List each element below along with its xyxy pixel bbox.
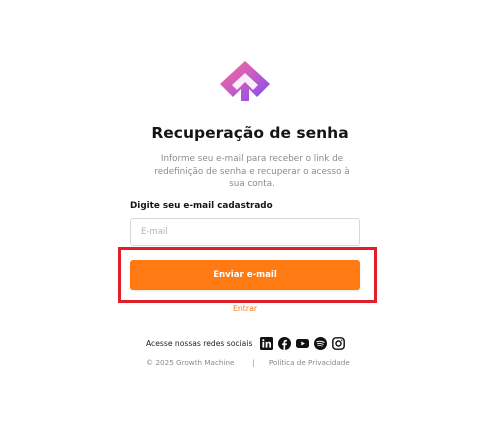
privacy-policy-link[interactable]: Política de Privacidade <box>269 358 350 367</box>
spotify-icon[interactable] <box>314 336 328 350</box>
social-row: Acesse nossas redes sociais <box>146 335 350 351</box>
linkedin-icon[interactable] <box>260 336 274 350</box>
footer-separator: | <box>252 358 255 367</box>
logo-icon <box>220 61 270 101</box>
page-subtitle: Informe seu e-mail para receber o link d… <box>154 154 350 189</box>
email-field[interactable] <box>130 218 360 246</box>
footer: © 2025 Growth Machine | Política de Priv… <box>146 358 350 367</box>
login-link[interactable]: Entrar <box>0 304 490 313</box>
send-email-button[interactable]: Enviar e-mail <box>130 260 360 290</box>
page-title: Recuperação de senha <box>151 124 349 142</box>
instagram-icon[interactable] <box>332 336 346 350</box>
facebook-icon[interactable] <box>278 336 292 350</box>
email-label: Digite seu e-mail cadastrado <box>130 201 273 211</box>
youtube-icon[interactable] <box>296 337 310 350</box>
copyright-text: © 2025 Growth Machine <box>146 358 235 367</box>
social-label: Acesse nossas redes sociais <box>146 338 253 348</box>
